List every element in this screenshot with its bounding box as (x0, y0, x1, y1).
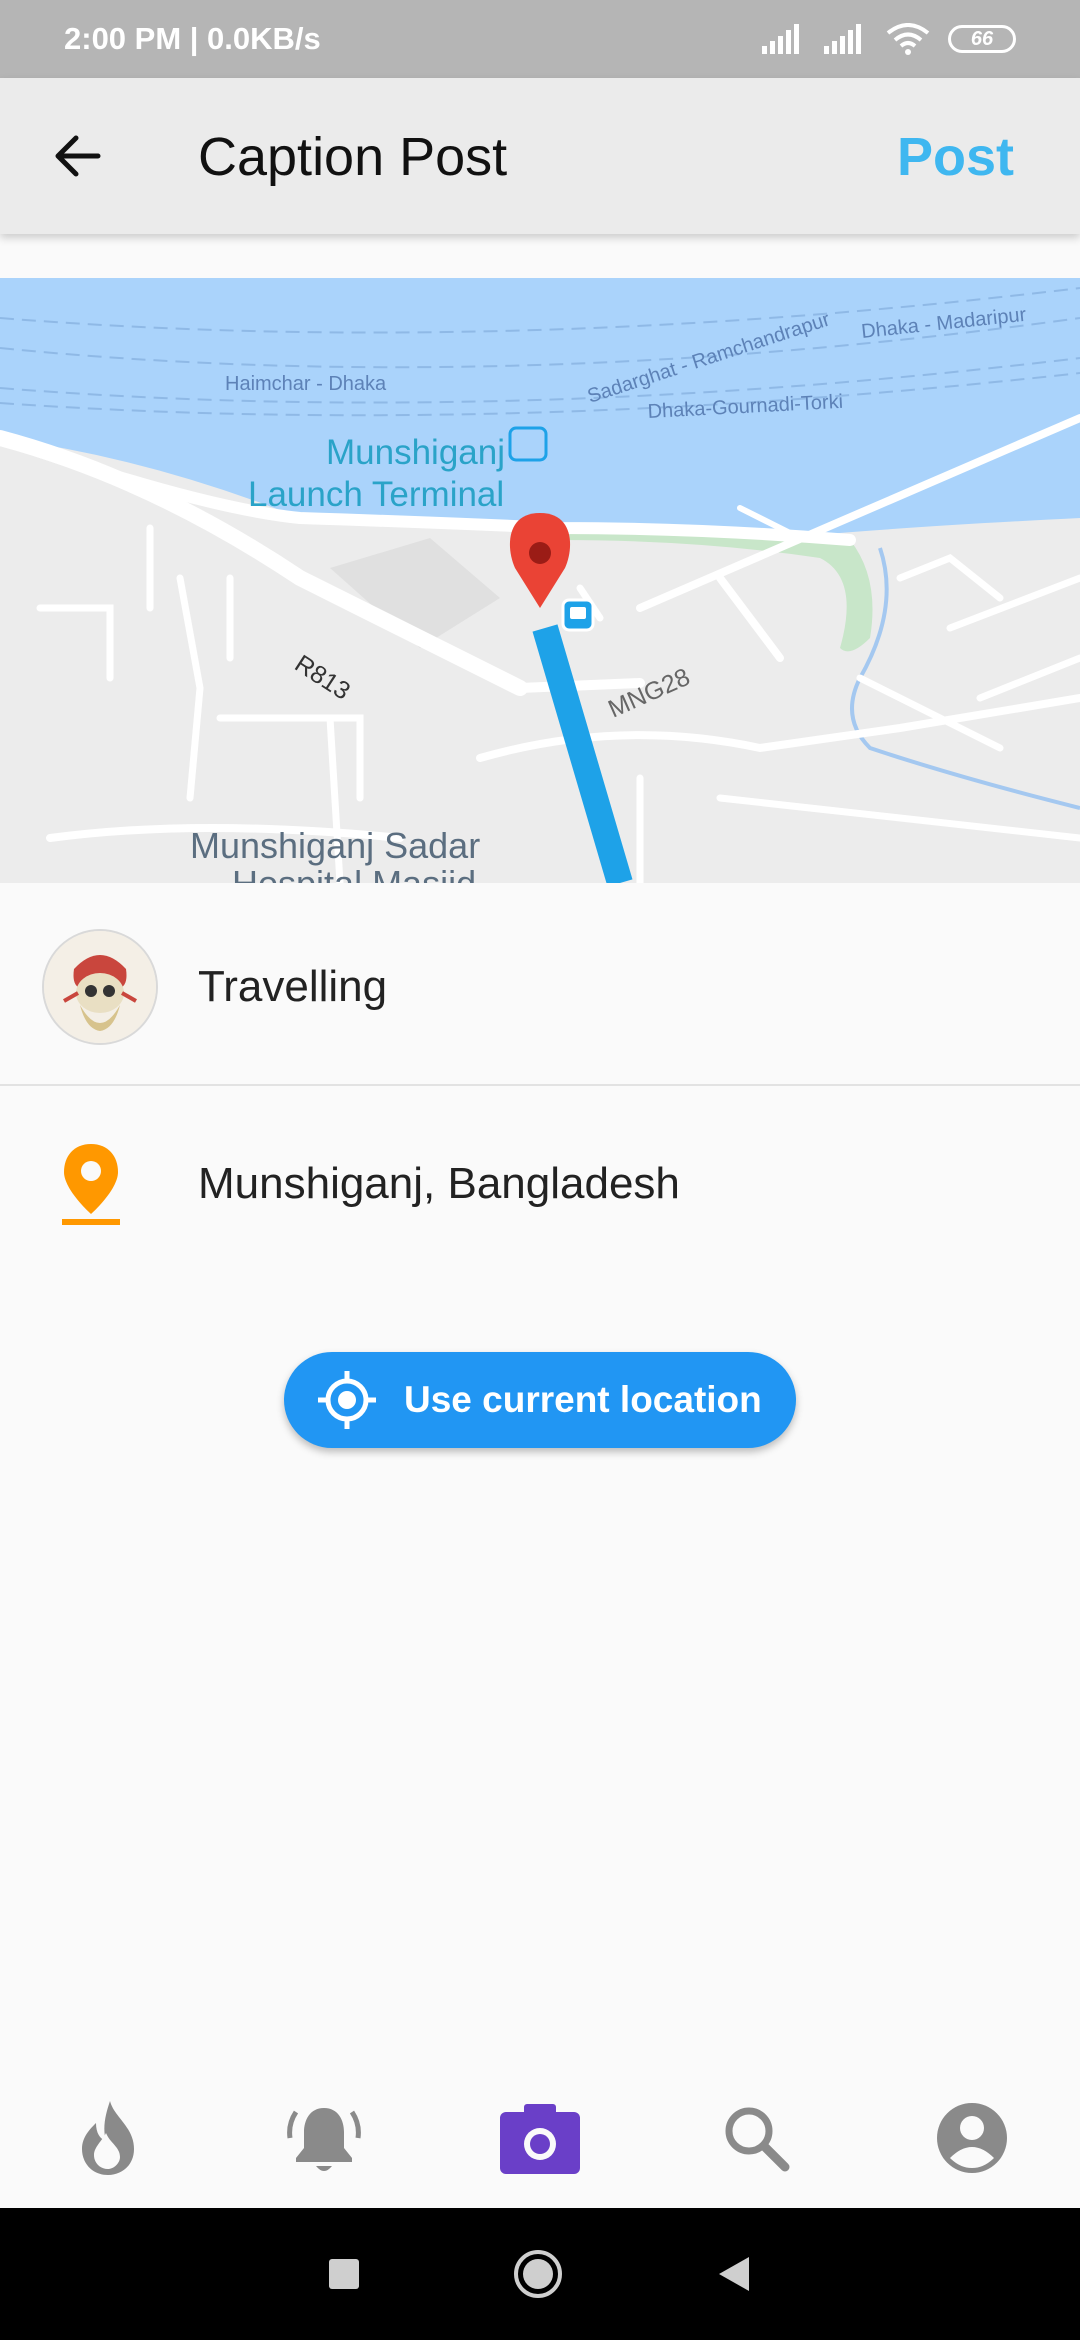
trending-icon (82, 2101, 134, 2175)
nav-notifications[interactable] (276, 2090, 372, 2186)
avatar (42, 929, 158, 1045)
search-icon (725, 2107, 790, 2172)
gps-fixed-icon (318, 1371, 376, 1429)
location-pin-icon (62, 1144, 120, 1225)
map-view[interactable]: Sadarghat - Ramchandrapur Dhaka - Madari… (0, 278, 1080, 883)
system-nav-bar (0, 2208, 1080, 2340)
nav-search[interactable] (708, 2090, 804, 2186)
camera-icon (500, 2104, 580, 2174)
recents-icon[interactable] (327, 2257, 361, 2291)
profile-icon (937, 2103, 1007, 2173)
back-icon[interactable] (715, 2255, 753, 2293)
avatar-image (44, 931, 156, 1043)
home-icon[interactable] (511, 2247, 565, 2301)
map-label: Hospital Masjid (232, 863, 476, 883)
notifications-icon (287, 2108, 361, 2171)
status-icons: 66 (762, 23, 1016, 55)
nav-profile[interactable] (924, 2090, 1020, 2186)
map-label: Haimchar - Dhaka (225, 373, 387, 395)
post-button[interactable]: Post (897, 126, 1014, 188)
map-label: Launch Terminal (248, 475, 504, 514)
use-current-location-button[interactable]: Use current location (284, 1352, 796, 1448)
map-label: Munshiganj Sadar (190, 825, 480, 866)
nav-camera[interactable] (492, 2090, 588, 2186)
app-bar: Caption Post Post (0, 78, 1080, 234)
caption-text: Travelling (198, 962, 388, 1011)
location-row[interactable]: Munshiganj, Bangladesh (0, 1086, 1080, 1282)
nav-trending[interactable] (60, 2090, 156, 2186)
back-button[interactable] (44, 122, 112, 190)
page-title: Caption Post (198, 127, 508, 187)
signal-icon (762, 24, 799, 54)
caption-row[interactable]: Travelling (0, 890, 1080, 1086)
use-current-location-label: Use current location (404, 1379, 762, 1420)
location-text: Munshiganj, Bangladesh (198, 1159, 680, 1208)
status-bar: 2:00 PM | 0.0KB/s 66 (0, 0, 1080, 78)
wifi-icon (886, 23, 930, 55)
battery-icon: 66 (948, 25, 1016, 53)
map-label: Munshiganj (326, 433, 505, 472)
status-time: 2:00 PM | 0.0KB/s (64, 21, 321, 56)
screen: 2:00 PM | 0.0KB/s 66 Caption Post Post S… (0, 0, 1080, 2340)
battery-level: 66 (970, 27, 994, 50)
signal-icon (824, 24, 861, 54)
map-canvas: Sadarghat - Ramchandrapur Dhaka - Madari… (0, 278, 1080, 883)
bottom-nav (0, 2068, 1080, 2208)
arrow-back-icon (55, 135, 101, 177)
